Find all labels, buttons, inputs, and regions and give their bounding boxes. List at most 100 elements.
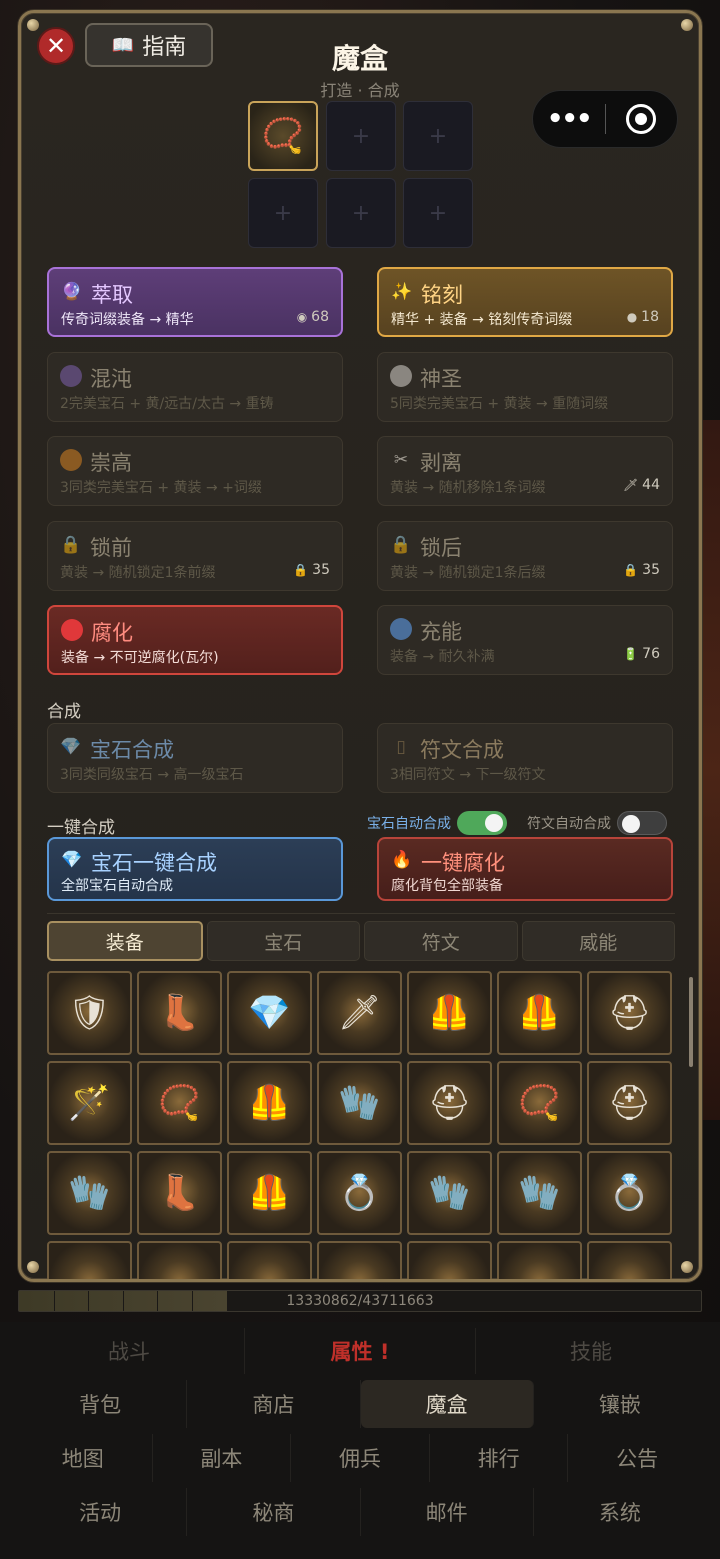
inventory-item-partial[interactable] — [317, 1241, 402, 1279]
nav-row-tertiary: 地图 副本 佣兵 排行 公告 — [14, 1434, 706, 1482]
gem-auto-toggle[interactable] — [457, 811, 507, 835]
rune-auto-toggle[interactable] — [617, 811, 667, 835]
inventory-item-partial[interactable] — [407, 1241, 492, 1279]
nav-item[interactable]: 背包 — [14, 1380, 188, 1428]
inventory-item-shield[interactable]: 🛡 — [47, 971, 132, 1055]
inventory-item-gloves[interactable]: 🧤 — [407, 1151, 492, 1235]
inventory-item-ring[interactable]: 💍 — [317, 1151, 402, 1235]
inventory-item-chest[interactable]: 🦺 — [497, 971, 582, 1055]
inventory-scrollbar[interactable] — [689, 977, 693, 1067]
recipe-card-exalt[interactable]: 崇高 3同类完美宝石 + 黄装 → +词缀 — [47, 436, 343, 506]
amulet-icon: 📿 — [261, 116, 305, 156]
inventory-item-partial[interactable] — [137, 1241, 222, 1279]
inventory-item-gloves[interactable]: 🧤 — [317, 1061, 402, 1145]
inventory-item-chest[interactable]: 🦺 — [227, 1151, 312, 1235]
recipe-cost: 🗡 44 — [623, 477, 660, 493]
recipe-desc: 黄装 → 随机锁定1条前缀 — [60, 564, 216, 581]
battery-icon: 🔋 — [623, 647, 639, 661]
nav-row-primary: 战斗 属性 ! 技能 — [14, 1328, 706, 1374]
synth-section-label: 合成 — [47, 702, 81, 722]
inventory-item-ring[interactable]: 💍 — [587, 1151, 672, 1235]
nav-item[interactable]: 活动 — [14, 1488, 188, 1536]
recipe-card-strip[interactable]: ✂ 剥离 黄装 → 随机移除1条词缀 🗡 44 — [377, 436, 673, 506]
nav-item[interactable]: 技能 — [476, 1328, 706, 1374]
inventory-item-sword[interactable]: 🗡 — [317, 971, 402, 1055]
corrupt-oneclick-button[interactable]: 🔥 一键腐化 腐化背包全部装备 — [377, 837, 673, 901]
nav-item[interactable]: 属性 ! — [245, 1328, 476, 1374]
recipe-card-corrupt[interactable]: 腐化 装备 → 不可逆腐化(瓦尔) — [47, 605, 343, 675]
plus-icon: + — [428, 123, 448, 149]
corrupt-oneclick-desc: 腐化背包全部装备 — [391, 878, 503, 894]
nav-item[interactable]: 排行 — [430, 1434, 569, 1482]
tab-gems[interactable]: 宝石 — [206, 921, 360, 961]
inventory-item-gloves[interactable]: 🧤 — [47, 1151, 132, 1235]
nav-item[interactable]: 魔盒 — [360, 1380, 534, 1428]
craft-slot-empty[interactable]: + — [403, 178, 473, 248]
miniprogram-capsule: ••• — [532, 90, 678, 148]
gem-auto-toggle-group: 宝石自动合成 — [367, 811, 507, 835]
boots-icon: 👢 — [158, 993, 201, 1033]
nav-item[interactable]: 副本 — [153, 1434, 292, 1482]
recipe-name: 锁后 — [420, 535, 462, 560]
inventory-item-chest[interactable]: 🦺 — [407, 971, 492, 1055]
oneclick-section-label: 一键合成 — [47, 818, 115, 838]
inventory-item-gem[interactable]: 💎 — [227, 971, 312, 1055]
recipe-card-lock-prefix[interactable]: 🔒 锁前 黄装 → 随机锁定1条前缀 🔒 35 — [47, 520, 343, 591]
essence-icon: ◉ — [296, 310, 308, 324]
nav-item[interactable]: 佣兵 — [291, 1434, 430, 1482]
nav-item[interactable]: 镶嵌 — [534, 1380, 706, 1428]
recipe-name: 锁前 — [90, 535, 132, 560]
inventory-item-boots[interactable]: 👢 — [137, 971, 222, 1055]
gem-oneclick-button[interactable]: 💎 宝石一键合成 全部宝石自动合成 — [47, 837, 343, 901]
recipe-desc: 精华 + 装备 → 铭刻传奇词缀 — [391, 312, 573, 328]
recipe-card-inscribe[interactable]: ✨ 铭刻 精华 + 装备 → 铭刻传奇词缀 ● 18 — [377, 267, 673, 337]
inventory-item-staff[interactable]: 🪄 — [47, 1061, 132, 1145]
rivet — [27, 1261, 39, 1273]
recipe-card-extract[interactable]: 🔮 萃取 传奇词缀装备 → 精华 ◉ 68 — [47, 267, 343, 337]
more-menu-icon[interactable]: ••• — [533, 104, 605, 134]
craft-slot-empty[interactable]: + — [248, 178, 318, 248]
inventory-item-amulet[interactable]: 📿 — [137, 1061, 222, 1145]
recipe-card-holy[interactable]: 神圣 5同类完美宝石 + 黄装 → 重随词缀 — [377, 351, 673, 422]
inventory-item-partial[interactable] — [47, 1241, 132, 1279]
craft-slot-empty[interactable]: + — [403, 101, 473, 171]
recipe-card-chaos[interactable]: 混沌 2完美宝石 + 黄/远古/太古 → 重铸 — [47, 351, 343, 422]
inventory-item-chest[interactable]: 🦺 — [227, 1061, 312, 1145]
nav-item[interactable]: 秘商 — [187, 1488, 361, 1536]
recipe-card-recharge[interactable]: 充能 装备 → 耐久补满 🔋 76 — [377, 605, 673, 675]
inventory-item-amulet[interactable]: 📿 — [497, 1061, 582, 1145]
close-miniprogram-button[interactable] — [606, 104, 678, 134]
gem-synth-card[interactable]: 💎 宝石合成 3同类同级宝石 → 高一级宝石 — [47, 723, 343, 793]
nav-item[interactable]: 公告 — [568, 1434, 706, 1482]
craft-slot-empty[interactable]: + — [326, 101, 396, 171]
gloves-icon: 🧤 — [518, 1173, 561, 1213]
tab-runes[interactable]: 符文 — [364, 921, 518, 961]
recipe-name: 崇高 — [90, 451, 132, 475]
tab-equipment[interactable]: 装备 — [47, 921, 203, 961]
inventory-item-helmet[interactable]: ⛑ — [587, 1061, 672, 1145]
nav-item[interactable]: 地图 — [14, 1434, 153, 1482]
recipe-desc: 传奇词缀装备 → 精华 — [61, 312, 194, 328]
craft-slot-empty[interactable]: + — [326, 178, 396, 248]
nav-item[interactable]: 邮件 — [361, 1488, 534, 1536]
inventory-item-partial[interactable] — [587, 1241, 672, 1279]
recipe-name: 混沌 — [90, 366, 132, 391]
inventory-item-gloves[interactable]: 🧤 — [497, 1151, 582, 1235]
rune-synth-card[interactable]: ▯ 符文合成 3相同符文 → 下一级符文 — [377, 723, 673, 793]
lock-icon: 🔒 — [623, 562, 639, 577]
experience-text: 13330862/43711663 — [286, 1293, 434, 1309]
recipe-card-lock-suffix[interactable]: 🔒 锁后 黄装 → 随机锁定1条后缀 🔒 35 — [377, 520, 673, 591]
tab-powers[interactable]: 威能 — [521, 921, 675, 961]
inventory-item-boots[interactable]: 👢 — [137, 1151, 222, 1235]
inventory-item-helmet[interactable]: ⛑ — [407, 1061, 492, 1145]
craft-slot-filled[interactable]: 📿 — [248, 101, 318, 171]
recipe-cost-value: 76 — [642, 646, 660, 662]
inventory-item-partial[interactable] — [497, 1241, 582, 1279]
nav-item[interactable]: 战斗 — [14, 1328, 245, 1374]
xp-segment — [53, 1291, 55, 1311]
inventory-item-helmet[interactable]: ⛑ — [587, 971, 672, 1055]
nav-item[interactable]: 商店 — [187, 1380, 361, 1428]
inventory-item-partial[interactable] — [227, 1241, 312, 1279]
nav-item[interactable]: 系统 — [534, 1488, 706, 1536]
recipe-desc: 5同类完美宝石 + 黄装 → 重随词缀 — [390, 395, 609, 412]
